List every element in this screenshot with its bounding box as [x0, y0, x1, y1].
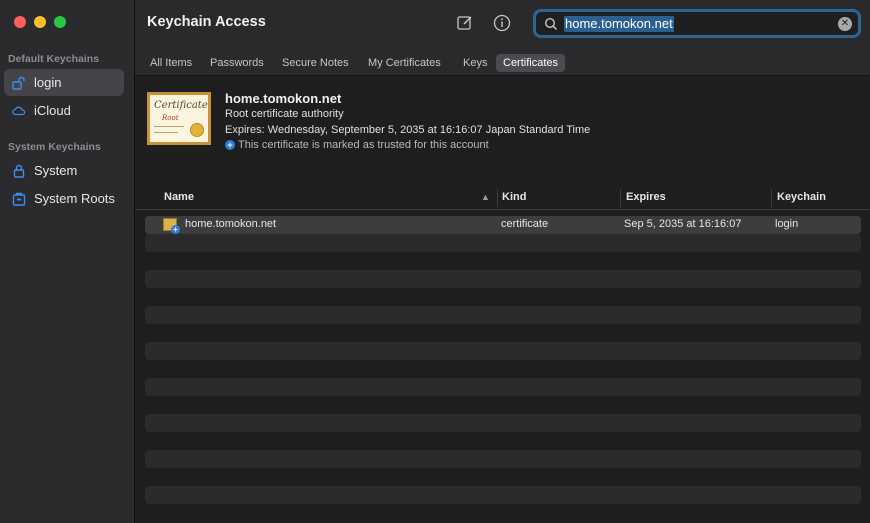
cell-expires: Sep 5, 2035 at 16:16:07	[624, 218, 742, 230]
column-header-kind[interactable]: Kind	[502, 191, 526, 203]
empty-row	[145, 270, 861, 288]
sidebar-item-system[interactable]: System	[4, 157, 124, 184]
cell-keychain: login	[775, 218, 799, 230]
cloud-icon	[12, 104, 26, 118]
empty-row	[145, 342, 861, 360]
toolbar: Keychain Access home.tomokon.net ✕	[135, 0, 870, 48]
certificate-name: home.tomokon.net	[225, 91, 342, 106]
search-field[interactable]: home.tomokon.net ✕	[533, 9, 861, 38]
sidebar-item-label: login	[34, 75, 62, 90]
lock-icon	[12, 164, 26, 178]
cell-name: home.tomokon.net	[185, 218, 277, 230]
tab-all-items[interactable]: All Items	[143, 54, 199, 72]
column-header-name[interactable]: Name	[164, 191, 194, 203]
sidebar-section-system: System Keychains	[8, 141, 101, 153]
sidebar-section-default: Default Keychains	[8, 53, 100, 65]
close-window-button[interactable]	[14, 16, 26, 28]
sidebar-item-label: System Roots	[34, 191, 115, 206]
main-area: Keychain Access home.tomokon.net ✕ All I…	[135, 0, 870, 523]
zoom-window-button[interactable]	[54, 16, 66, 28]
certificate-expires: Expires: Wednesday, September 5, 2035 at…	[225, 124, 591, 136]
sidebar-item-system-roots[interactable]: System Roots	[4, 185, 124, 212]
empty-row	[145, 378, 861, 396]
tab-keys[interactable]: Keys	[456, 54, 494, 72]
empty-row	[145, 234, 861, 252]
sort-ascending-icon: ▲	[481, 192, 490, 202]
window-controls	[14, 16, 66, 28]
tab-passwords[interactable]: Passwords	[203, 54, 271, 72]
compose-icon	[457, 16, 472, 30]
certificate-row-icon: +	[163, 218, 180, 234]
sidebar-item-icloud[interactable]: iCloud	[4, 97, 124, 124]
trust-text: This certificate is marked as trusted fo…	[238, 139, 489, 151]
trusted-plus-icon: +	[225, 140, 235, 150]
app-title: Keychain Access	[147, 14, 266, 30]
certificate-detail: Certificate Root home.tomokon.net Root c…	[135, 77, 870, 185]
sidebar-item-label: iCloud	[34, 103, 71, 118]
column-header-expires[interactable]: Expires	[626, 191, 666, 203]
sidebar-item-login[interactable]: login	[4, 69, 124, 96]
cert-image-title: Certificate	[154, 100, 208, 111]
tab-secure-notes[interactable]: Secure Notes	[275, 54, 356, 72]
empty-row	[145, 306, 861, 324]
certificate-subtitle: Root certificate authority	[225, 108, 344, 120]
new-item-button[interactable]	[455, 13, 475, 33]
cert-image-sub: Root	[162, 114, 179, 122]
column-header-keychain[interactable]: Keychain	[777, 191, 826, 203]
get-info-button[interactable]	[492, 13, 512, 33]
tab-certificates[interactable]: Certificates	[496, 54, 566, 72]
cell-kind: certificate	[501, 218, 549, 230]
cabinet-icon	[12, 192, 26, 206]
lock-open-icon	[12, 76, 26, 90]
search-input[interactable]: home.tomokon.net	[564, 15, 674, 32]
certificate-trust-status: + This certificate is marked as trusted …	[225, 139, 489, 151]
sidebar: Default Keychains login iCloud System Ke…	[0, 0, 135, 523]
seal-icon	[190, 123, 204, 137]
table-header: Name ▲ Kind Expires Keychain	[135, 186, 870, 210]
tab-my-certificates[interactable]: My Certificates	[361, 54, 448, 72]
clear-search-icon[interactable]: ✕	[838, 17, 852, 31]
minimize-window-button[interactable]	[34, 16, 46, 28]
sidebar-item-label: System	[34, 163, 78, 178]
empty-row	[145, 486, 861, 504]
table-row[interactable]: + home.tomokon.net certificate Sep 5, 20…	[145, 216, 861, 234]
empty-row	[145, 414, 861, 432]
certificate-icon: Certificate Root	[147, 92, 211, 145]
search-icon	[544, 17, 558, 30]
info-icon	[493, 14, 511, 32]
empty-row	[145, 450, 861, 468]
category-tabs: All Items Passwords Secure Notes My Cert…	[135, 48, 870, 76]
